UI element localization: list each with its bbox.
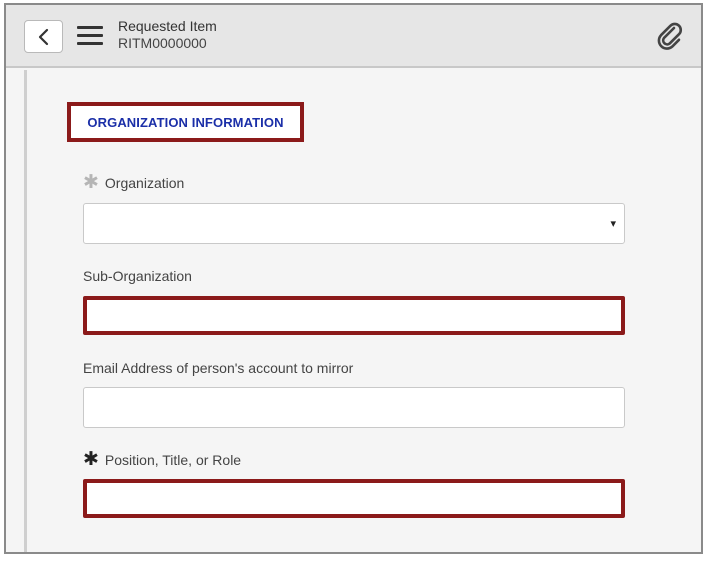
record-number: RITM0000000 (118, 35, 207, 51)
email-mirror-label: Email Address of person's account to mir… (83, 360, 354, 376)
organization-select[interactable]: ▾ (83, 203, 625, 244)
position-label: Position, Title, or Role (104, 452, 242, 468)
section-header: ORGANIZATION INFORMATION (67, 102, 304, 142)
dropdown-arrow-icon: ▾ (610, 218, 616, 230)
section-title: ORGANIZATION INFORMATION (87, 114, 284, 130)
chevron-left-icon (38, 28, 48, 45)
sub-organization-input[interactable] (83, 296, 625, 335)
required-asterisk-icon: ✱ (83, 172, 99, 193)
position-input[interactable] (83, 479, 625, 518)
organization-label: Organization (104, 175, 185, 191)
record-type-title: Requested Item (118, 18, 217, 34)
email-mirror-input[interactable] (83, 387, 625, 428)
app-window: Requested Item RITM0000000 ORGANIZATION … (4, 3, 703, 554)
sub-organization-label-row: Sub-Organization (83, 268, 192, 284)
top-bar: Requested Item RITM0000000 (6, 5, 701, 68)
hamburger-menu-icon[interactable] (77, 26, 103, 46)
organization-label-row: ✱ Organization (83, 172, 185, 193)
position-label-row: ✱ Position, Title, or Role (83, 449, 242, 470)
sub-organization-label: Sub-Organization (83, 268, 192, 284)
paperclip-icon[interactable] (655, 22, 685, 52)
form-content: ORGANIZATION INFORMATION ✱ Organization … (24, 70, 701, 552)
required-asterisk-icon: ✱ (83, 449, 99, 470)
back-button[interactable] (24, 20, 63, 53)
record-header: Requested Item RITM0000000 (118, 18, 217, 52)
email-mirror-label-row: Email Address of person's account to mir… (83, 360, 353, 376)
